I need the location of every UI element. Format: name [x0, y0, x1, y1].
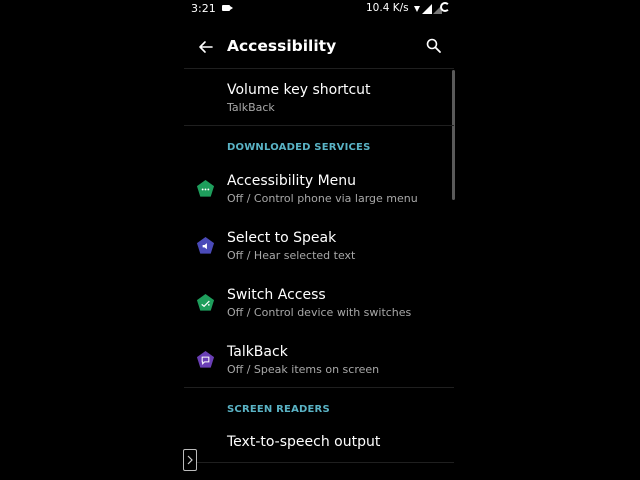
item-title: Select to Speak: [227, 230, 337, 246]
item-title: Accessibility Menu: [227, 173, 357, 189]
accessibility-menu-item[interactable]: Accessibility Menu Off / Control phone v…: [184, 168, 452, 212]
app-bar: Accessibility: [184, 28, 456, 66]
switch-access-icon: [196, 293, 215, 311]
status-bar: 3:21 10.4 K/s: [184, 0, 456, 18]
page-title: Accessibility: [227, 37, 337, 55]
divider: [184, 68, 454, 69]
select-to-speak-icon: [196, 236, 215, 254]
screen-record-icon: [222, 5, 233, 11]
chevron-right-icon: [187, 455, 193, 465]
volume-key-shortcut-item[interactable]: Volume key shortcut TalkBack: [184, 76, 452, 122]
text-to-speech-output-item[interactable]: Text-to-speech output: [184, 428, 452, 458]
talkback-icon: [196, 350, 215, 368]
divider: [184, 462, 454, 463]
divider: [184, 125, 454, 126]
item-subtitle: Off / Hear selected text: [227, 249, 356, 262]
item-subtitle: Off / Control device with switches: [227, 306, 412, 319]
phone-screen: 3:21 10.4 K/s Accessibility Volume key s…: [184, 0, 456, 480]
item-subtitle: TalkBack: [227, 101, 275, 114]
talkback-item[interactable]: TalkBack Off / Speak items on screen: [184, 339, 452, 383]
edge-panel-handle[interactable]: [183, 449, 197, 471]
search-icon[interactable]: [424, 36, 444, 56]
item-title: Volume key shortcut: [227, 82, 371, 98]
item-title: TalkBack: [227, 344, 288, 360]
scrollbar[interactable]: [452, 70, 455, 200]
switch-access-item[interactable]: Switch Access Off / Control device with …: [184, 282, 452, 326]
item-subtitle: Off / Control phone via large menu: [227, 192, 418, 205]
status-time: 3:21: [191, 2, 216, 15]
section-header-downloaded-services: DOWNLOADED SERVICES: [227, 142, 371, 153]
select-to-speak-item[interactable]: Select to Speak Off / Hear selected text: [184, 225, 452, 269]
divider: [184, 387, 454, 388]
accessibility-menu-icon: [196, 179, 215, 197]
section-header-screen-readers: SCREEN READERS: [227, 404, 330, 415]
network-speed: 10.4 K/s: [366, 2, 409, 14]
item-subtitle: Off / Speak items on screen: [227, 363, 380, 376]
item-title: Text-to-speech output: [227, 434, 381, 450]
battery-icon: [440, 2, 450, 12]
back-arrow-icon[interactable]: [196, 37, 216, 57]
item-title: Switch Access: [227, 287, 326, 303]
